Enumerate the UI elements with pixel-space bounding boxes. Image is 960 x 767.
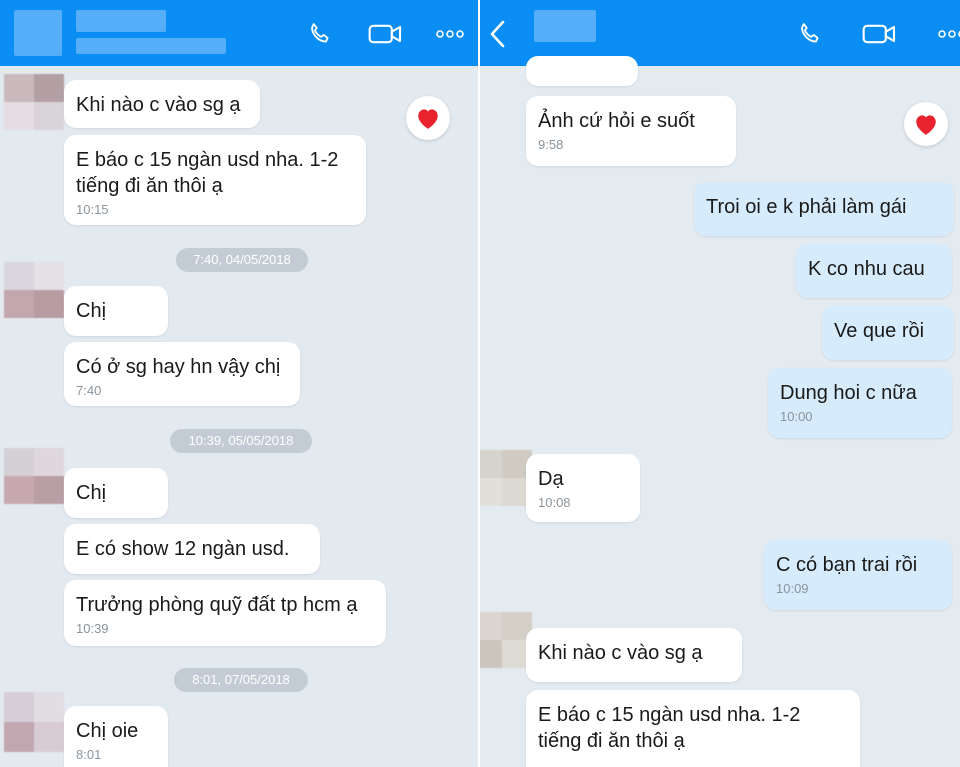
message-bubble[interactable]: Trưởng phòng quỹ đất tp hcm ạ 10:39 [64, 580, 386, 646]
left-chat-pane: Khi nào c vào sg ạ E báo c 15 ngàn usd n… [0, 0, 480, 767]
contact-name-blurred [76, 10, 166, 32]
more-dots-icon[interactable] [934, 20, 960, 48]
message-bubble[interactable]: Chị [64, 468, 168, 518]
message-bubble[interactable]: Chị oie 8:01 [64, 706, 168, 767]
phone-icon[interactable] [794, 20, 826, 48]
message-bubble[interactable]: Dạ 10:08 [526, 454, 640, 522]
right-chat-pane: Ảnh cứ hỏi e suốt 9:58 Troi oi e k phải l… [480, 0, 960, 767]
message-text: E có show 12 ngàn usd. [76, 538, 290, 560]
avatar[interactable] [4, 74, 64, 130]
avatar[interactable] [4, 262, 64, 318]
message-time: 10:09 [776, 581, 809, 596]
contact-avatar-blurred[interactable] [14, 10, 62, 56]
message-text: Dung hoi c nữa [780, 382, 917, 404]
message-bubble-cut-off[interactable] [526, 56, 638, 86]
heart-icon[interactable] [904, 102, 948, 146]
message-bubble-outgoing[interactable]: K co nhu cau [796, 244, 952, 298]
message-text: Trưởng phòng quỹ đất tp hcm ạ [76, 594, 358, 616]
message-bubble[interactable]: E báo c 15 ngàn usd nha. 1-2 tiếng đi ăn… [526, 690, 860, 767]
message-bubble[interactable]: Khi nào c vào sg ạ [526, 628, 742, 682]
message-bubble-outgoing[interactable]: Dung hoi c nữa 10:00 [768, 368, 952, 438]
message-text: Chị oie [76, 720, 139, 742]
contact-status-blurred [76, 38, 226, 54]
date-divider: 10:39, 05/05/2018 [170, 429, 312, 453]
avatar[interactable] [4, 692, 64, 752]
message-time: 10:08 [538, 495, 571, 510]
message-time: 9:58 [538, 137, 564, 152]
message-bubble[interactable]: Có ở sg hay hn vậy chị 7:40 [64, 342, 300, 406]
message-time: 10:39 [76, 621, 109, 636]
message-bubble[interactable]: Ảnh cứ hỏi e suốt 9:58 [526, 96, 736, 166]
video-camera-icon[interactable] [860, 20, 900, 48]
avatar[interactable] [480, 612, 532, 668]
message-text: Ảnh cứ hỏi e suốt [538, 110, 695, 132]
message-text: Ve que rồi [834, 320, 925, 342]
message-text: C có bạn trai rồi [776, 554, 918, 576]
message-time: 10:15 [76, 202, 109, 217]
message-text: Khi nào c vào sg ạ [76, 94, 241, 116]
phone-icon[interactable] [304, 20, 336, 48]
message-bubble-outgoing[interactable]: Troi oi e k phải làm gái [694, 182, 954, 236]
message-text: Chị [76, 482, 107, 504]
video-camera-icon[interactable] [366, 20, 406, 48]
message-bubble[interactable]: Chị [64, 286, 168, 336]
message-time: 8:01 [76, 747, 102, 762]
message-text: K co nhu cau [808, 258, 925, 280]
contact-name-blurred [534, 10, 596, 42]
message-text: Dạ [538, 468, 564, 490]
message-bubble[interactable]: E báo c 15 ngàn usd nha. 1-2 tiếng đi ăn… [64, 135, 366, 225]
chat-header [0, 0, 480, 66]
message-text: Có ở sg hay hn vậy chị [76, 356, 281, 378]
avatar[interactable] [480, 450, 532, 506]
message-bubble[interactable]: E có show 12 ngàn usd. [64, 524, 320, 574]
heart-icon[interactable] [406, 96, 450, 140]
message-time: 10:00 [780, 409, 813, 424]
more-dots-icon[interactable] [432, 20, 468, 48]
message-text: E báo c 15 ngàn usd nha. 1-2 tiếng đi ăn… [76, 149, 339, 197]
message-text: E báo c 15 ngàn usd nha. 1-2 tiếng đi ăn… [538, 704, 801, 752]
avatar[interactable] [4, 448, 64, 504]
message-bubble[interactable]: Khi nào c vào sg ạ [64, 80, 260, 128]
message-text: Chị [76, 300, 107, 322]
date-divider: 7:40, 04/05/2018 [176, 248, 308, 272]
message-text: Troi oi e k phải làm gái [706, 196, 907, 218]
date-divider: 8:01, 07/05/2018 [174, 668, 308, 692]
message-time: 7:40 [76, 383, 102, 398]
back-chevron-icon[interactable] [482, 20, 514, 48]
message-text: Khi nào c vào sg ạ [538, 642, 703, 664]
message-bubble-outgoing[interactable]: Ve que rồi [822, 306, 954, 360]
message-bubble-outgoing[interactable]: C có bạn trai rồi 10:09 [764, 540, 952, 610]
